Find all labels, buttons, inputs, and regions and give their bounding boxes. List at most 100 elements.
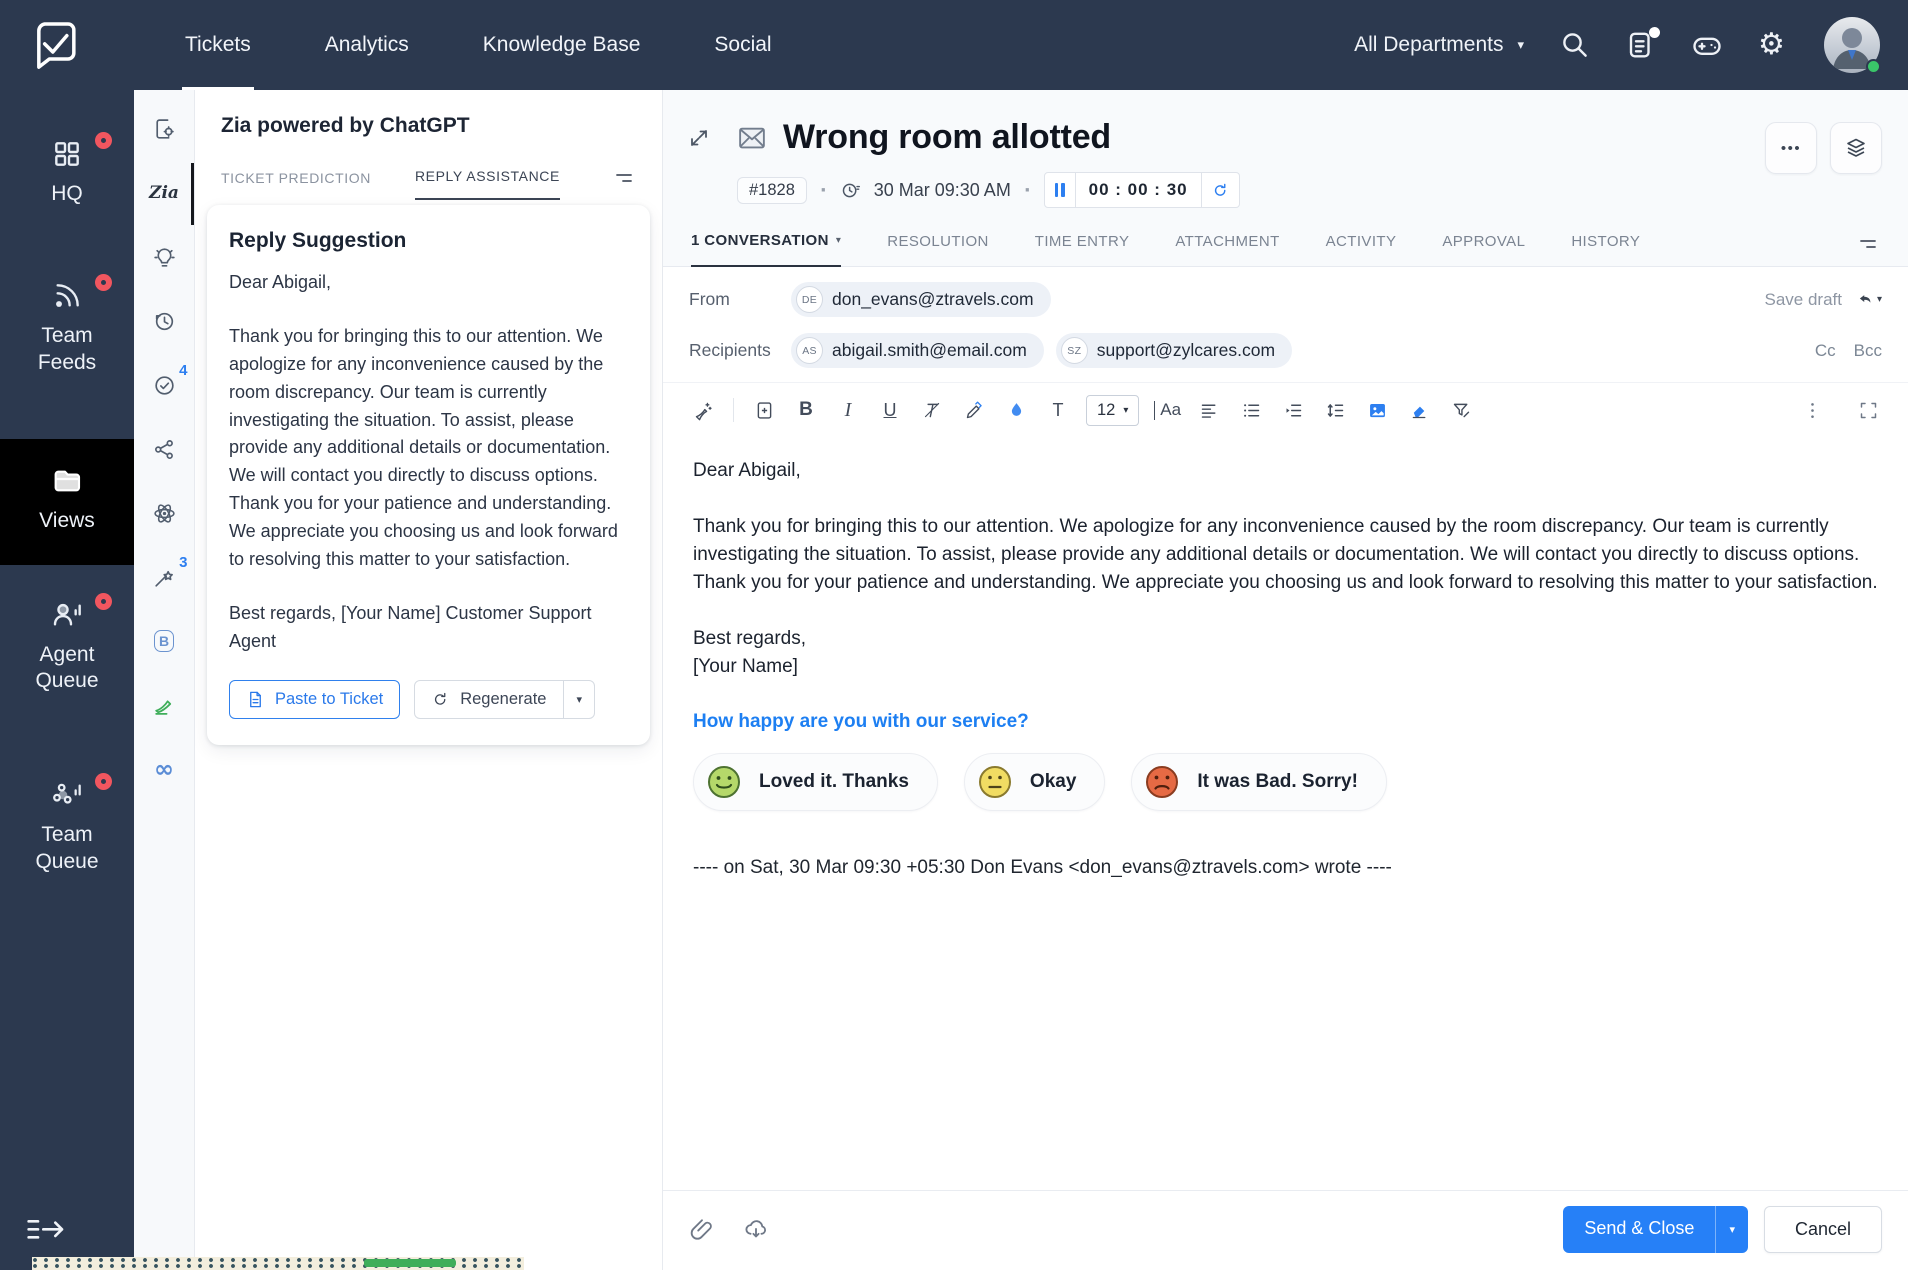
automation-atom-icon[interactable] [152,500,177,526]
eraser-icon[interactable] [1401,392,1437,428]
bigin-app-icon[interactable]: B [154,628,174,654]
paste-to-ticket-button[interactable]: Paste to Ticket [229,680,400,719]
expand-editor-icon[interactable] [1850,392,1886,428]
app-logo-icon[interactable] [26,17,82,73]
sidebar-item-team-feeds[interactable]: Team Feeds [0,266,134,391]
cancel-button[interactable]: Cancel [1764,1206,1882,1253]
send-options-caret[interactable]: ▾ [1715,1206,1748,1253]
cc-button[interactable]: Cc [1815,341,1836,361]
timer-pause-button[interactable] [1044,172,1076,208]
regenerate-options-caret[interactable]: ▾ [563,681,594,718]
bullet-list-icon[interactable] [1233,392,1269,428]
underline-button[interactable]: U [872,392,908,428]
suggestion-signature: Best regards, [Your Name] Customer Suppo… [229,600,628,656]
department-selector-label: All Departments [1354,33,1503,57]
ticket-properties-icon[interactable] [152,116,177,142]
sidebar-item-team-queue[interactable]: Team Queue [0,765,134,890]
compose-footer: Send & Close ▾ Cancel [663,1190,1908,1270]
user-avatar[interactable] [1824,17,1880,73]
email-body-editor[interactable]: Dear Abigail, Thank you for bringing thi… [663,437,1908,681]
tab-activity[interactable]: ACTIVITY [1326,233,1397,266]
magic-wand-icon[interactable]: 3 [152,564,177,590]
nav-right-cluster: All Departments ▾ [1354,17,1880,73]
tab-time-entry[interactable]: TIME ENTRY [1035,233,1130,266]
suggestion-paragraph: Thank you for bringing this to our atten… [229,323,628,574]
survey-question-link[interactable]: How happy are you with our service? [693,711,1878,733]
survey-option-okay[interactable]: Okay [964,753,1105,811]
recipient-chip[interactable]: SZ support@zylcares.com [1056,333,1292,368]
sidebar-item-hq[interactable]: HQ [0,124,134,222]
tab-resolution[interactable]: RESOLUTION [887,233,989,266]
sidebar-item-label: HQ [51,181,83,208]
font-family-button[interactable]: Aa [1149,392,1185,428]
sign-pen-icon[interactable] [152,692,177,718]
zia-panel-title: Zia powered by ChatGPT [195,90,662,146]
recipient-chip[interactable]: AS abigail.smith@email.com [791,333,1044,368]
insert-template-icon[interactable] [746,392,782,428]
fill-color-icon[interactable] [998,392,1034,428]
suggestions-bulb-icon[interactable] [152,244,177,270]
layers-button[interactable] [1830,122,1882,174]
settings-gear-icon[interactable]: ⚙ [1758,30,1788,60]
save-draft-button[interactable]: Save draft [1765,290,1843,310]
insert-image-icon[interactable] [1359,392,1395,428]
eyedropper-icon[interactable] [956,392,992,428]
timer-reset-button[interactable] [1202,172,1240,208]
bcc-button[interactable]: Bcc [1854,341,1882,361]
reply-mode-icon[interactable]: ▾ [1858,288,1882,312]
gamescope-icon[interactable] [1692,30,1722,60]
department-selector[interactable]: All Departments ▾ [1354,33,1524,57]
sidebar-item-agent-queue[interactable]: Agent Queue [0,585,134,710]
panel-collapse-icon[interactable] [612,166,636,190]
send-close-button[interactable]: Send & Close [1563,1206,1715,1253]
sidebar-item-label: Team Feeds [25,323,109,377]
cloud-attach-icon[interactable] [743,1217,769,1243]
more-options-button[interactable]: ••• [1765,122,1817,174]
from-address-chip[interactable]: DE don_evans@ztravels.com [791,282,1051,317]
nav-tab-analytics[interactable]: Analytics [288,0,446,90]
avatar-initials: DE [796,286,823,313]
collapse-view-icon[interactable] [687,126,711,150]
indent-icon[interactable] [1275,392,1311,428]
zia-assistant-icon[interactable]: Zia [149,180,179,206]
share-graph-icon[interactable] [152,436,177,462]
italic-button[interactable]: I [830,392,866,428]
tasks-check-icon[interactable]: 4 [152,372,177,398]
text-style-button[interactable]: T [1040,392,1076,428]
regenerate-button[interactable]: Regenerate [415,681,563,718]
filter-format-icon[interactable] [1443,392,1479,428]
survey-option-happy[interactable]: Loved it. Thanks [693,753,938,811]
line-spacing-icon[interactable] [1317,392,1353,428]
tab-conversation[interactable]: 1 CONVERSATION ▾ [691,232,841,267]
linked-apps-icon[interactable]: ∞ [154,756,174,782]
tab-reply-assistance[interactable]: REPLY ASSISTANCE [415,168,560,200]
nav-tab-tickets[interactable]: Tickets [148,0,288,90]
align-icon[interactable] [1191,392,1227,428]
history-icon[interactable] [152,308,177,334]
tab-approval[interactable]: APPROVAL [1442,233,1525,266]
survey-option-bad[interactable]: It was Bad. Sorry! [1131,753,1387,811]
sidebar-item-label: Views [39,508,95,535]
clear-format-icon[interactable] [914,392,950,428]
bold-button[interactable]: B [788,392,824,428]
attachment-paperclip-icon[interactable] [689,1217,715,1243]
tab-attachment[interactable]: ATTACHMENT [1175,233,1279,266]
tab-history[interactable]: HISTORY [1571,233,1640,266]
team-icon [51,779,83,811]
zia-tabs: TICKET PREDICTION REPLY ASSISTANCE [195,146,662,200]
tabs-collapse-icon[interactable] [1856,232,1880,256]
nav-tab-knowledge-base[interactable]: Knowledge Base [446,0,678,90]
timer-value: 00 : 00 : 30 [1076,172,1202,208]
nav-tab-social[interactable]: Social [677,0,808,90]
font-size-select[interactable]: 12 ▾ [1086,395,1139,426]
search-icon[interactable] [1560,30,1590,60]
zia-panel: Zia powered by ChatGPT TICKET PREDICTION… [195,90,663,1270]
zia-write-icon[interactable] [685,392,721,428]
more-tools-icon[interactable] [1794,392,1830,428]
top-navigation: Tickets Analytics Knowledge Base Social … [0,0,1908,90]
notifications-icon[interactable] [1626,30,1656,60]
recipients-row: Recipients AS abigail.smith@email.com SZ… [663,323,1908,382]
sidebar-item-views[interactable]: Views [0,439,134,565]
tab-ticket-prediction[interactable]: TICKET PREDICTION [221,170,371,200]
sidebar-expand-icon[interactable] [26,1216,66,1244]
